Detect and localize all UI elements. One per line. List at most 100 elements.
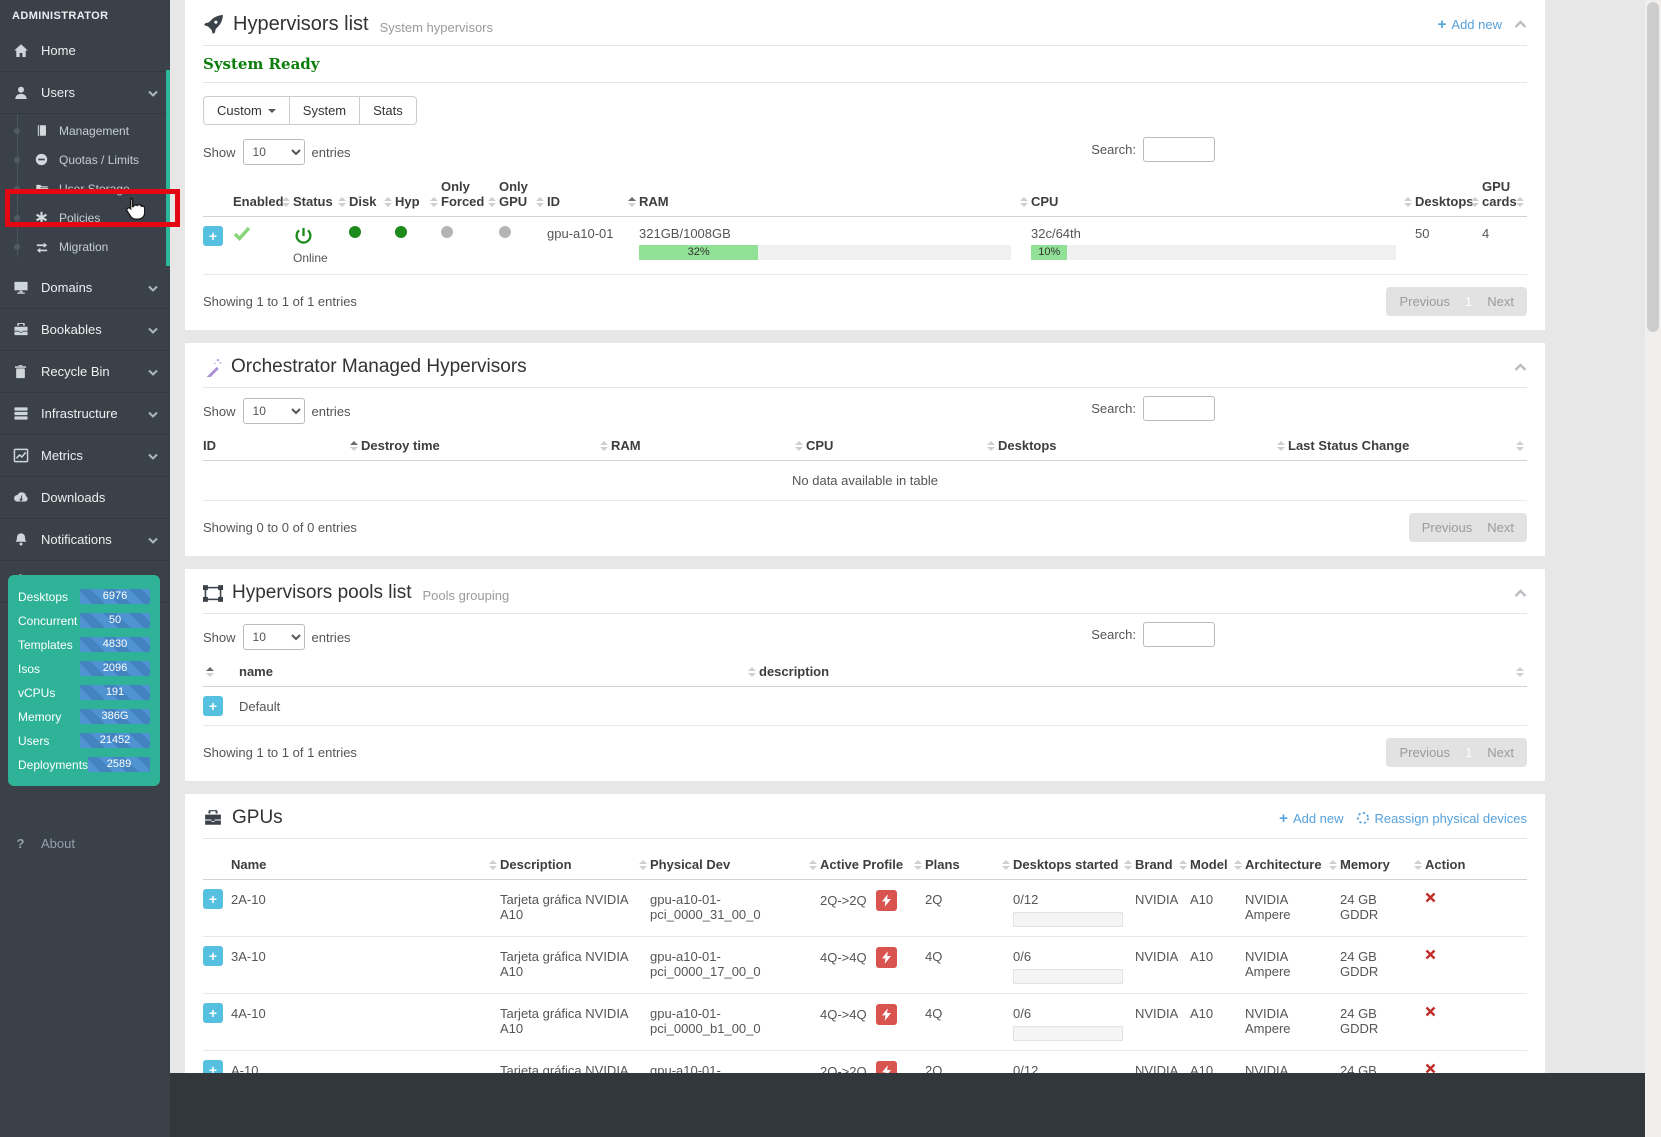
sidebar-item-user-storage[interactable]: User Storage — [0, 174, 170, 203]
gpu-brand: NVIDIA — [1135, 994, 1190, 1051]
column-active-profile[interactable]: Active Profile — [820, 853, 925, 880]
sidebar-item-metrics[interactable]: Metrics — [0, 435, 170, 477]
column-ram[interactable]: RAM — [611, 434, 806, 461]
sidebar-item-home[interactable]: Home — [0, 30, 170, 72]
sidebar-item-infrastructure[interactable]: Infrastructure — [0, 393, 170, 435]
sidebar-item-bookables[interactable]: Bookables — [0, 309, 170, 351]
column-only-gpu[interactable]: Only GPU — [499, 175, 547, 217]
column-only-forced[interactable]: Only Forced — [441, 175, 499, 217]
sidebar-item-migration[interactable]: Migration — [0, 232, 170, 261]
page-size-select[interactable]: 10 — [243, 139, 305, 165]
reassign-physical-devices-button[interactable]: Reassign physical devices — [1356, 811, 1527, 826]
apply-profile-button[interactable] — [876, 947, 897, 968]
column-action: Action — [1425, 853, 1527, 880]
gpu-model: A10 — [1190, 1051, 1245, 1074]
stat-badge: 50 — [80, 613, 150, 628]
column-desktops[interactable]: Desktops — [998, 434, 1288, 461]
column-brand[interactable]: Brand — [1135, 853, 1190, 880]
stat-row-desktops: Desktops6976 — [18, 589, 150, 604]
apply-profile-button[interactable] — [876, 1004, 897, 1025]
column-id[interactable]: ID — [547, 175, 639, 217]
exchange-icon — [34, 239, 49, 254]
delete-gpu-button[interactable] — [1425, 1063, 1436, 1073]
sidebar-item-users[interactable]: Users — [0, 72, 170, 114]
page-number[interactable]: 1 — [1465, 294, 1472, 309]
gpu-row: + 4A-10 Tarjeta gráfica NVIDIA A10 gpu-a… — [203, 994, 1527, 1051]
column-enabled[interactable]: Enabled — [233, 175, 293, 217]
expand-row-button[interactable]: + — [203, 1003, 223, 1023]
column-disk[interactable]: Disk — [349, 175, 395, 217]
showing-entries-text: Showing 0 to 0 of 0 entries — [203, 520, 357, 535]
expand-row-button[interactable]: + — [203, 1060, 223, 1073]
gpu-brand: NVIDIA — [1135, 937, 1190, 994]
delete-gpu-button[interactable] — [1425, 892, 1436, 903]
collapse-icon[interactable] — [1514, 17, 1527, 32]
column-physical-dev[interactable]: Physical Dev — [650, 853, 820, 880]
column-status[interactable]: Status — [293, 175, 349, 217]
add-new-hypervisor-button[interactable]: +Add new — [1438, 16, 1502, 33]
sidebar-item-domains[interactable]: Domains — [0, 267, 170, 309]
column-architecture[interactable]: Architecture — [1245, 853, 1340, 880]
column-plans[interactable]: Plans — [925, 853, 1013, 880]
previous-page-button[interactable]: Previous — [1399, 294, 1450, 309]
gpu-active-profile: 4Q->4Q — [820, 950, 867, 965]
page-size-select[interactable]: 10 — [243, 398, 305, 424]
sort-icon — [1179, 860, 1187, 870]
question-icon: ? — [12, 836, 29, 851]
page-number[interactable]: 1 — [1465, 745, 1472, 760]
column-name[interactable]: Name — [231, 853, 500, 880]
next-page-button[interactable]: Next — [1487, 294, 1514, 309]
sidebar-item-notifications[interactable]: Notifications — [0, 519, 170, 561]
search-input[interactable] — [1143, 396, 1215, 421]
tab-stats[interactable]: Stats — [359, 96, 417, 125]
next-page-button[interactable]: Next — [1487, 745, 1514, 760]
collapse-icon[interactable] — [1514, 360, 1527, 375]
previous-page-button[interactable]: Previous — [1399, 745, 1450, 760]
column-destroy-time[interactable]: Destroy time — [361, 434, 611, 461]
column-expand[interactable] — [203, 660, 239, 687]
add-new-gpu-button[interactable]: +Add new — [1279, 810, 1343, 827]
next-page-button[interactable]: Next — [1487, 520, 1514, 535]
column-memory[interactable]: Memory — [1340, 853, 1425, 880]
sidebar-item-quotas-limits[interactable]: Quotas / Limits — [0, 145, 170, 174]
column-desktops-started[interactable]: Desktops started — [1013, 853, 1135, 880]
sidebar-item-policies[interactable]: Policies — [0, 203, 170, 232]
page-size-select[interactable]: 10 — [243, 624, 305, 650]
delete-gpu-button[interactable] — [1425, 949, 1436, 960]
sidebar-item-downloads[interactable]: Downloads — [0, 477, 170, 519]
stat-row-isos: Isos2096 — [18, 661, 150, 676]
search-input[interactable] — [1143, 622, 1215, 647]
tab-system[interactable]: System — [289, 96, 360, 125]
sidebar-item-label: Notifications — [41, 532, 112, 547]
column-cpu[interactable]: CPU — [806, 434, 998, 461]
expand-row-button[interactable]: + — [203, 946, 223, 966]
expand-row-button[interactable]: + — [203, 696, 223, 716]
column-id[interactable]: ID — [203, 434, 361, 461]
sidebar-item-management[interactable]: Management — [0, 116, 170, 145]
column-model[interactable]: Model — [1190, 853, 1245, 880]
column-desktops[interactable]: Desktops — [1415, 175, 1482, 217]
expand-row-button[interactable]: + — [203, 226, 223, 246]
column-cpu[interactable]: CPU — [1031, 175, 1415, 217]
vertical-scrollbar[interactable] — [1645, 0, 1661, 1137]
delete-gpu-button[interactable] — [1425, 1006, 1436, 1017]
search-input[interactable] — [1143, 137, 1215, 162]
tab-custom[interactable]: Custom — [203, 96, 290, 125]
column-ram[interactable]: RAM — [639, 175, 1031, 217]
scrollbar-thumb[interactable] — [1647, 2, 1659, 332]
collapse-icon[interactable] — [1514, 586, 1527, 601]
column-hyp[interactable]: Hyp — [395, 175, 441, 217]
apply-profile-button[interactable] — [876, 890, 897, 911]
column-last-status-change[interactable]: Last Status Change — [1288, 434, 1527, 461]
sidebar-item-recycle-bin[interactable]: Recycle Bin — [0, 351, 170, 393]
desktops-started-progress-bar — [1013, 1026, 1123, 1041]
previous-page-button[interactable]: Previous — [1422, 520, 1473, 535]
sidebar-item-about[interactable]: ? About — [0, 826, 170, 861]
column-name[interactable]: name — [239, 660, 759, 687]
bolt-icon — [882, 1008, 891, 1021]
column-description[interactable]: description — [759, 660, 1527, 687]
expand-row-button[interactable]: + — [203, 889, 223, 909]
column-gpu-cards[interactable]: GPU cards — [1482, 175, 1527, 217]
column-description[interactable]: Description — [500, 853, 650, 880]
apply-profile-button[interactable] — [876, 1061, 897, 1073]
